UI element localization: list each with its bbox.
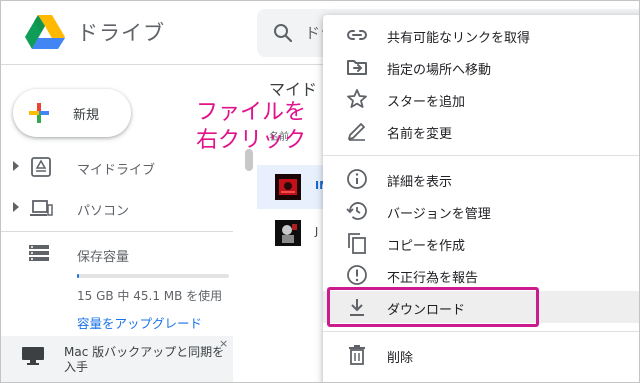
menu-divider [323, 331, 639, 332]
menu-item-label: 指定の場所へ移動 [387, 63, 492, 78]
menu-divider [323, 155, 639, 156]
menu-item-make-copy[interactable]: コピーを作成 [323, 227, 639, 259]
menu-item-manage-versions[interactable]: バージョンを管理 [323, 195, 639, 227]
image-thumbnail-icon [275, 220, 301, 246]
search-icon[interactable] [271, 21, 295, 45]
expand-arrow-icon[interactable] [13, 202, 19, 212]
breadcrumb[interactable]: マイド [269, 76, 317, 100]
app-title: ドライブ [77, 21, 165, 45]
annotation-line-2: 右クリック [196, 128, 307, 153]
menu-item-move-to[interactable]: 指定の場所へ移動 [323, 51, 639, 83]
menu-item-label: 共有可能なリンクを取得 [387, 31, 531, 46]
upgrade-storage-link[interactable]: 容量をアップグレード [77, 313, 202, 332]
sidebar-item-label: パソコン [77, 204, 130, 219]
menu-item-label: 削除 [387, 351, 414, 366]
file-name: J [315, 225, 319, 238]
history-icon [346, 202, 367, 220]
menu-item-view-details[interactable]: 詳細を表示 [323, 163, 639, 195]
menu-item-label: 名前を変更 [387, 127, 453, 142]
file-row[interactable]: IM [257, 165, 330, 209]
menu-item-delete[interactable]: 削除 [323, 339, 639, 371]
info-icon [347, 169, 367, 189]
file-row[interactable]: J [257, 211, 327, 255]
storage-title: 保存容量 [77, 250, 130, 265]
link-icon [347, 30, 367, 40]
sidebar-item-my-drive[interactable]: マイドライブ [1, 151, 233, 183]
storage-usage: 15 GB 中 45.1 MB を使用 [77, 289, 223, 303]
download-icon [350, 299, 364, 316]
instruction-annotation: ファイルを 右クリック [196, 99, 306, 155]
close-icon[interactable]: × [219, 337, 228, 350]
menu-item-rename[interactable]: 名前を変更 [323, 115, 639, 147]
monitor-icon [22, 347, 44, 365]
menu-item-label: コピーを作成 [387, 239, 466, 254]
new-button[interactable]: 新規 [13, 89, 131, 137]
banner-text: Mac 版バックアップと同期を入手 [64, 345, 225, 374]
menu-item-download[interactable]: ダウンロード [323, 291, 639, 323]
menu-item-add-star[interactable]: スターを追加 [323, 83, 639, 115]
computers-icon [30, 200, 53, 216]
backup-sync-banner[interactable]: Mac 版バックアップと同期を入手 × [1, 336, 233, 382]
menu-item-get-link[interactable]: 共有可能なリンクを取得 [323, 19, 639, 51]
star-icon [347, 89, 367, 108]
my-drive-icon [31, 157, 51, 177]
google-drive-logo[interactable] [25, 15, 65, 49]
expand-arrow-icon[interactable] [13, 161, 19, 171]
report-icon [347, 265, 367, 285]
annotation-line-1: ファイルを [196, 100, 307, 125]
menu-item-label: 詳細を表示 [387, 175, 453, 190]
menu-item-label: 不正行為を報告 [387, 271, 479, 286]
menu-item-label: スターを追加 [387, 95, 466, 110]
pencil-icon [348, 123, 365, 141]
move-to-folder-icon [347, 60, 367, 75]
drive-window: ドライブ ドライブで検索 新規 マイドライブ [0, 0, 640, 383]
storage-progress-bar [77, 274, 229, 278]
menu-item-label: ダウンロード [387, 303, 466, 318]
sidebar-divider [1, 231, 233, 232]
menu-item-label: バージョンを管理 [387, 207, 491, 222]
plus-icon [29, 103, 49, 123]
sidebar-item-label: マイドライブ [77, 163, 156, 178]
storage-icon [29, 245, 49, 261]
context-menu: 共有可能なリンクを取得 指定の場所へ移動 スターを追加 名前を変更 詳細を表示 … [323, 15, 639, 382]
copy-icon [348, 233, 366, 254]
sidebar-item-computers[interactable]: パソコン [1, 192, 233, 224]
storage-progress-fill [77, 274, 79, 278]
image-thumbnail-icon [275, 174, 301, 200]
trash-icon [349, 345, 365, 365]
new-button-label: 新規 [73, 108, 100, 123]
menu-item-report-abuse[interactable]: 不正行為を報告 [323, 259, 639, 291]
